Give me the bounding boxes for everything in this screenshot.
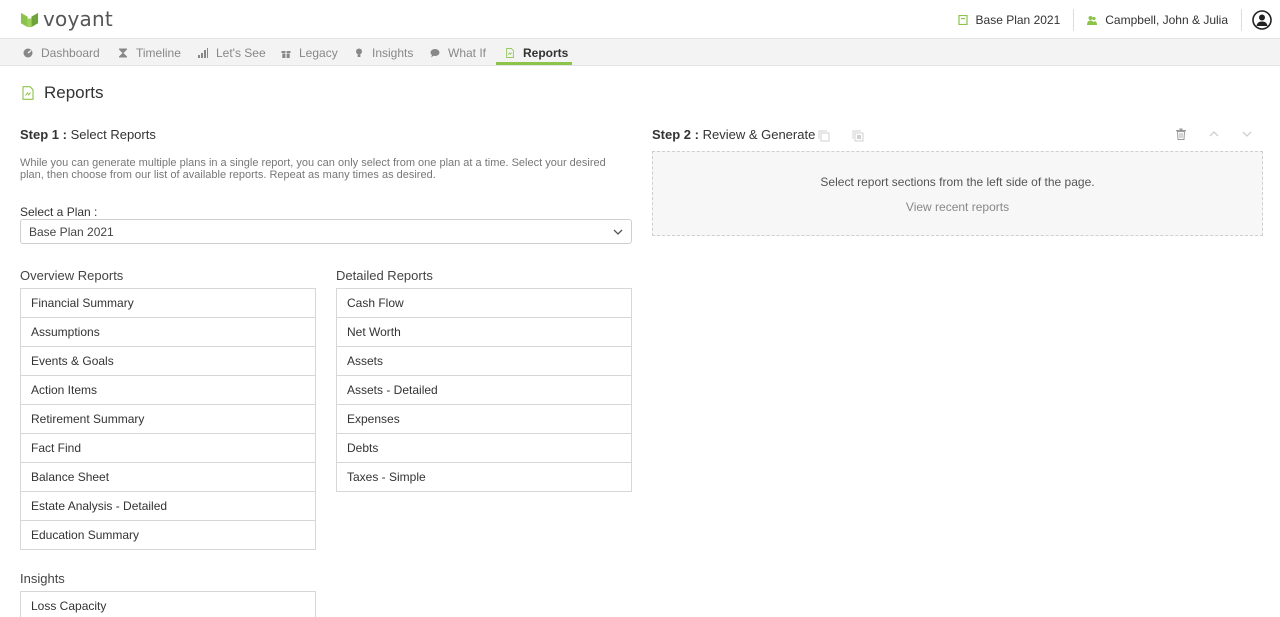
report-item-balance-sheet[interactable]: Balance Sheet [21, 463, 315, 492]
step2-heading: Step 2 : Review & Generate [652, 127, 815, 142]
dashboard-icon [23, 48, 33, 57]
step1-prefix: Step 1 : [20, 127, 67, 142]
tab-label: Legacy [299, 45, 338, 60]
divider [1241, 8, 1242, 31]
report-item-action-items[interactable]: Action Items [21, 376, 315, 405]
report-item-estate-analysis-detailed[interactable]: Estate Analysis - Detailed [21, 492, 315, 521]
view-recent-reports-link[interactable]: View recent reports [653, 200, 1262, 214]
hourglass-icon [119, 48, 127, 57]
detailed-reports-heading: Detailed Reports [336, 268, 433, 283]
tab-insights[interactable]: Insights [354, 39, 413, 66]
lightbulb-icon [356, 48, 362, 57]
logo-mark-icon [20, 12, 39, 27]
client-selector[interactable]: Campbell, John & Julia [1074, 9, 1241, 31]
tab-dashboard[interactable]: Dashboard [23, 39, 100, 66]
duplicate-icon[interactable] [852, 130, 864, 142]
report-item-assumptions[interactable]: Assumptions [21, 318, 315, 347]
trash-icon[interactable] [1175, 128, 1187, 140]
people-icon [1087, 15, 1098, 25]
plan-select-value: Base Plan 2021 [29, 224, 114, 239]
select-plan-label: Select a Plan : [20, 205, 98, 219]
report-item-retirement-summary[interactable]: Retirement Summary [21, 405, 315, 434]
detailed-reports-list: Cash Flow Net Worth Assets Assets - Deta… [336, 288, 632, 492]
chevron-up-icon[interactable] [1208, 128, 1220, 140]
report-item-fact-find[interactable]: Fact Find [21, 434, 315, 463]
tab-label: Reports [523, 45, 569, 60]
top-right-area: Base Plan 2021 Campbell, John & Julia [945, 0, 1280, 39]
tab-timeline[interactable]: Timeline [118, 39, 181, 66]
gift-icon [281, 50, 291, 58]
client-name: Campbell, John & Julia [1105, 12, 1228, 27]
tab-label: Let's See [216, 45, 266, 60]
active-tab-indicator [496, 62, 572, 65]
report-item-expenses[interactable]: Expenses [337, 405, 631, 434]
report-item-debts[interactable]: Debts [337, 434, 631, 463]
step1-heading: Step 1 : Select Reports [20, 127, 156, 142]
logo-text: voyant [43, 7, 113, 31]
plan-select-dropdown[interactable]: Base Plan 2021 [20, 219, 632, 244]
tab-legacy[interactable]: Legacy [281, 39, 338, 66]
main-nav: Dashboard Timeline Let's See Legacy Insi… [0, 39, 1280, 66]
tab-what-if[interactable]: What If [430, 39, 486, 66]
report-item-loss-capacity[interactable]: Loss Capacity [21, 592, 315, 617]
chevron-down-icon [613, 229, 623, 235]
tab-label: Timeline [136, 45, 181, 60]
review-empty-message: Select report sections from the left sid… [820, 175, 1095, 189]
report-item-net-worth[interactable]: Net Worth [337, 318, 631, 347]
page-title-text: Reports [44, 83, 104, 102]
chevron-down-icon[interactable] [1241, 128, 1253, 140]
report-icon [506, 47, 514, 58]
step2-prefix: Step 2 : [652, 127, 699, 142]
report-icon [22, 86, 34, 100]
report-item-assets-detailed[interactable]: Assets - Detailed [337, 376, 631, 405]
report-item-events-goals[interactable]: Events & Goals [21, 347, 315, 376]
plan-icon [957, 14, 968, 25]
current-plan-selector[interactable]: Base Plan 2021 [945, 9, 1074, 31]
current-plan-name: Base Plan 2021 [975, 12, 1061, 27]
tab-label: Insights [372, 45, 414, 60]
report-item-education-summary[interactable]: Education Summary [21, 521, 315, 550]
step2-title: Review & Generate [702, 127, 816, 142]
tab-label: What If [448, 45, 487, 60]
report-item-financial-summary[interactable]: Financial Summary [21, 289, 315, 318]
step1-title: Select Reports [70, 127, 156, 142]
review-generate-dropzone: Select report sections from the left sid… [652, 151, 1263, 236]
voyant-logo[interactable]: voyant [20, 7, 113, 31]
user-avatar-icon[interactable] [1252, 9, 1272, 30]
report-item-taxes-simple[interactable]: Taxes - Simple [337, 463, 631, 492]
overview-reports-heading: Overview Reports [20, 268, 124, 283]
bar-chart-icon [198, 47, 208, 58]
chat-icon [430, 48, 440, 57]
tab-label: Dashboard [41, 45, 100, 60]
step1-instructions: While you can generate multiple plans in… [20, 157, 606, 181]
insights-heading: Insights [20, 571, 65, 586]
overview-reports-list: Financial Summary Assumptions Events & G… [20, 288, 316, 550]
tab-lets-see[interactable]: Let's See [198, 39, 266, 66]
report-item-assets[interactable]: Assets [337, 347, 631, 376]
page-title: Reports [22, 83, 104, 103]
insights-list: Loss Capacity [20, 591, 316, 617]
report-item-cash-flow[interactable]: Cash Flow [337, 289, 631, 318]
copy-icon[interactable] [818, 130, 830, 142]
top-bar: voyant Base Plan 2021 Campbell, John & J… [0, 0, 1280, 39]
